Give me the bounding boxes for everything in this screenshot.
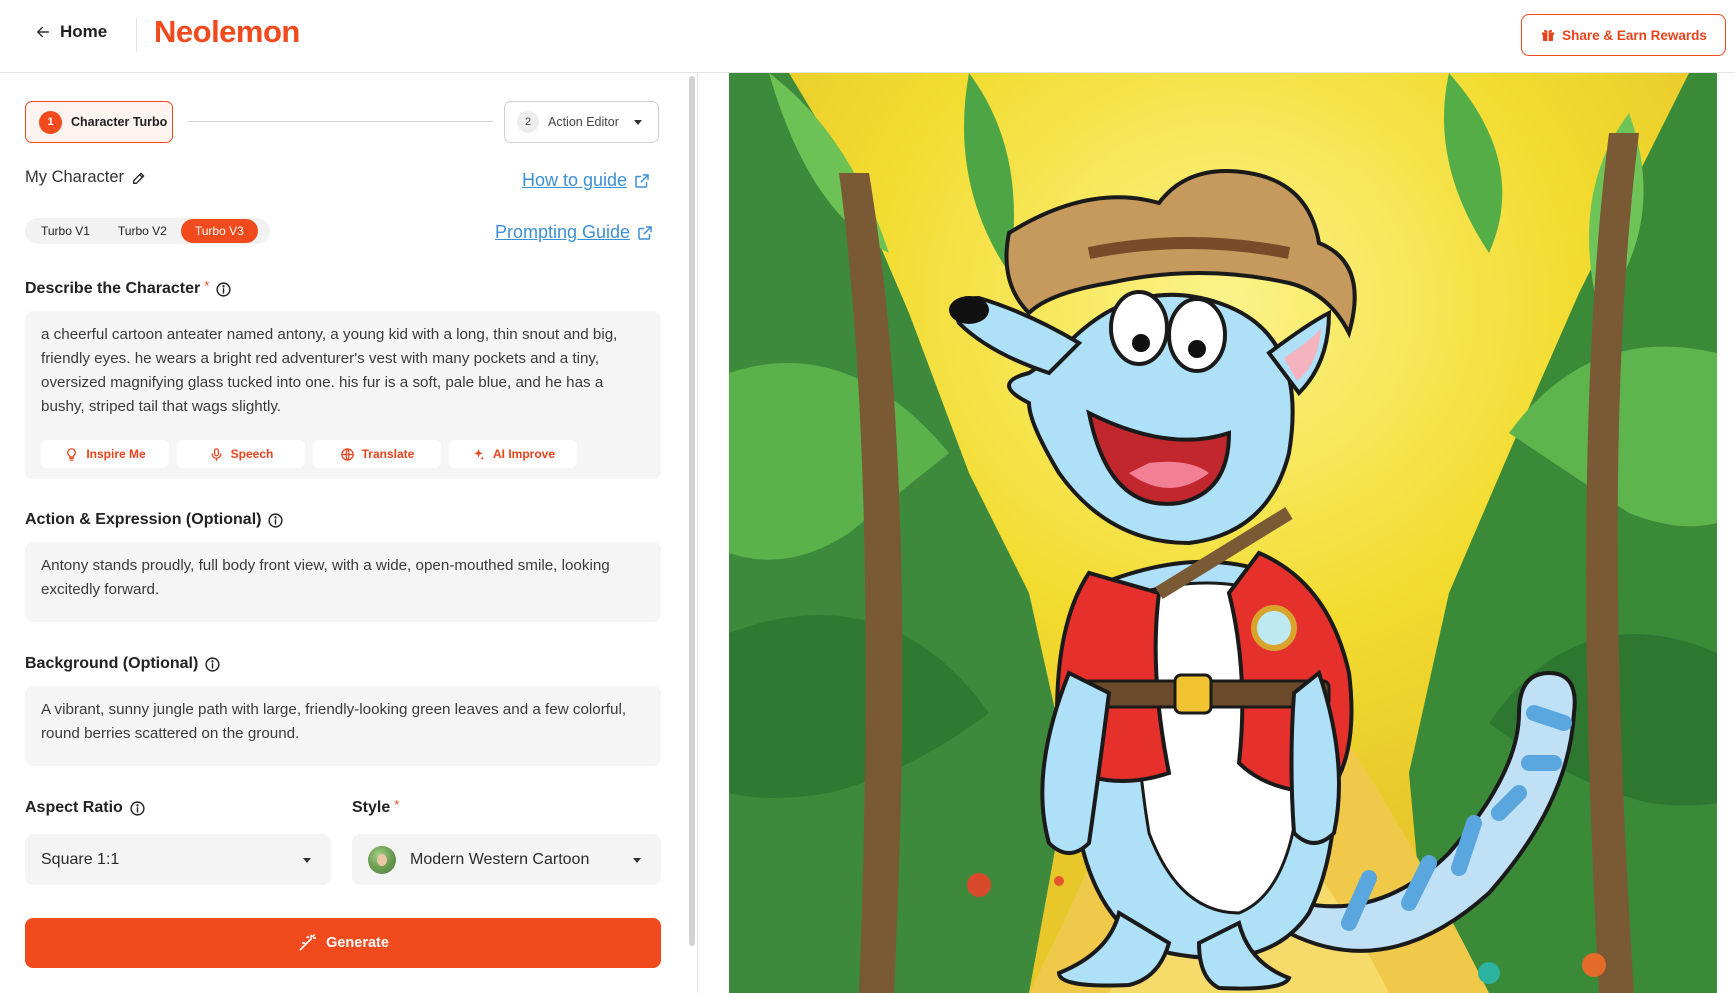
character-name: My Character bbox=[25, 168, 147, 187]
style-value: Modern Western Cartoon bbox=[410, 850, 590, 868]
prompting-guide-label: Prompting Guide bbox=[495, 222, 631, 242]
style-thumbnail bbox=[368, 845, 396, 874]
action-label: Action & Expression (Optional) bbox=[25, 511, 284, 529]
info-icon[interactable] bbox=[204, 656, 221, 673]
pencil-icon[interactable] bbox=[131, 170, 147, 186]
info-icon[interactable] bbox=[215, 281, 232, 298]
generated-character-image bbox=[729, 73, 1717, 993]
panel-divider bbox=[697, 73, 698, 993]
action-textarea[interactable]: Antony stands proudly, full body front v… bbox=[25, 542, 661, 622]
info-icon[interactable] bbox=[129, 800, 146, 817]
how-to-guide-label: How to guide bbox=[522, 170, 628, 190]
ai-improve-label: AI Improve bbox=[492, 447, 555, 461]
inspire-me-label: Inspire Me bbox=[86, 447, 146, 461]
aspect-ratio-select[interactable]: Square 1:1 bbox=[25, 834, 331, 885]
arrow-left-icon bbox=[37, 26, 49, 38]
aspect-ratio-value: Square 1:1 bbox=[41, 850, 120, 868]
step-number: 2 bbox=[517, 111, 539, 133]
generate-label: Generate bbox=[326, 935, 389, 951]
translate-label: Translate bbox=[361, 447, 415, 461]
lightbulb-icon bbox=[67, 447, 77, 461]
brand-logo[interactable]: Neolemon bbox=[154, 14, 300, 50]
speech-label: Speech bbox=[230, 447, 274, 461]
style-label: Style * bbox=[352, 796, 400, 817]
character-name-label: My Character bbox=[25, 168, 125, 186]
home-link[interactable]: Home bbox=[34, 22, 107, 42]
step-action-editor[interactable]: 2 Action Editor bbox=[504, 101, 659, 143]
how-to-guide-link[interactable]: How to guide bbox=[522, 170, 651, 191]
generate-button[interactable]: Generate bbox=[25, 918, 661, 968]
background-textarea[interactable]: A vibrant, sunny jungle path with large,… bbox=[25, 686, 661, 766]
step-number: 1 bbox=[39, 110, 62, 134]
describe-label: Describe the Character * bbox=[25, 277, 232, 298]
share-label: Share & Earn Rewards bbox=[1562, 27, 1707, 43]
tab-turbo-v1[interactable]: Turbo V1 bbox=[27, 219, 104, 243]
step-connector bbox=[188, 121, 493, 122]
required-mark: * bbox=[204, 277, 210, 293]
step-label: Character Turbo bbox=[71, 115, 168, 129]
info-icon[interactable] bbox=[267, 512, 284, 529]
action-label-text: Action & Expression (Optional) bbox=[25, 511, 262, 528]
chevron-down-icon bbox=[303, 858, 311, 863]
panel-scrollbar[interactable] bbox=[689, 76, 695, 946]
sparkles-icon bbox=[474, 448, 485, 460]
describe-label-text: Describe the Character bbox=[25, 280, 201, 297]
inspire-me-button[interactable]: Inspire Me bbox=[41, 440, 169, 468]
chevron-down-icon bbox=[633, 119, 642, 125]
home-label: Home bbox=[60, 22, 108, 41]
required-mark: * bbox=[394, 796, 400, 812]
prompting-guide-link[interactable]: Prompting Guide bbox=[495, 222, 654, 243]
ai-improve-button[interactable]: AI Improve bbox=[449, 440, 577, 468]
aspect-ratio-label: Aspect Ratio bbox=[25, 799, 146, 817]
external-link-icon bbox=[635, 173, 649, 188]
share-earn-rewards-button[interactable]: Share & Earn Rewards bbox=[1521, 14, 1726, 56]
style-select[interactable]: Modern Western Cartoon bbox=[352, 834, 661, 885]
tab-turbo-v3[interactable]: Turbo V3 bbox=[180, 219, 258, 243]
aspect-ratio-label-text: Aspect Ratio bbox=[25, 799, 123, 816]
header-divider bbox=[136, 18, 137, 52]
turbo-version-tabs: Turbo V1 Turbo V2 Turbo V3 bbox=[25, 218, 270, 244]
style-label-text: Style bbox=[352, 799, 391, 816]
chevron-down-icon bbox=[633, 858, 641, 863]
tab-turbo-v2[interactable]: Turbo V2 bbox=[104, 219, 181, 243]
translate-button[interactable]: Translate bbox=[313, 440, 441, 468]
globe-icon bbox=[340, 447, 354, 461]
microphone-icon bbox=[211, 447, 222, 461]
background-label: Background (Optional) bbox=[25, 655, 221, 673]
background-label-text: Background (Optional) bbox=[25, 655, 199, 672]
speech-button[interactable]: Speech bbox=[177, 440, 305, 468]
gift-icon bbox=[1542, 29, 1555, 41]
step-label: Action Editor bbox=[548, 115, 619, 129]
external-link-icon bbox=[638, 225, 652, 240]
magic-wand-icon bbox=[299, 934, 317, 951]
step-character-turbo[interactable]: 1 Character Turbo bbox=[25, 101, 173, 143]
top-header: Home Neolemon Share & Earn Rewards bbox=[0, 0, 1735, 73]
prompt-tools: Inspire Me Speech Translate AI Improve bbox=[41, 440, 577, 468]
